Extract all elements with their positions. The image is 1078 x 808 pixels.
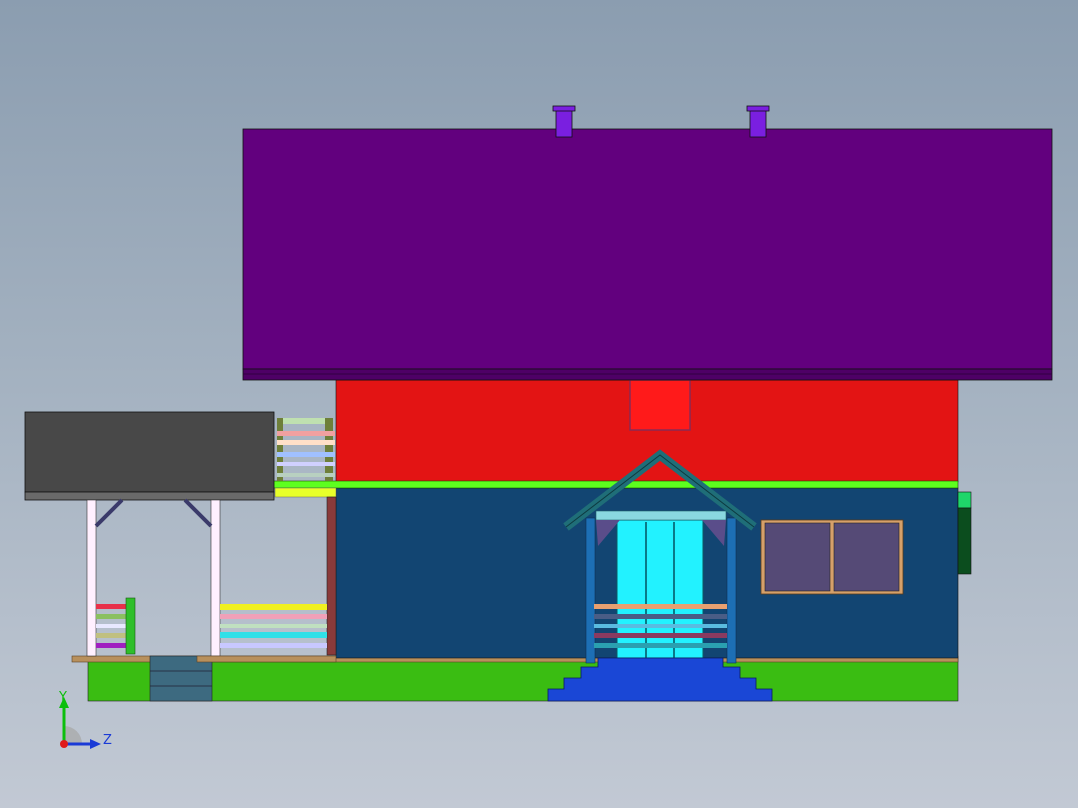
cellar-stair	[149, 655, 213, 702]
chimney-left	[552, 105, 576, 138]
z-axis-label: Z	[103, 733, 112, 748]
z-axis-arrow	[90, 739, 101, 749]
pavilion	[24, 411, 337, 663]
chimney-right	[746, 105, 770, 138]
gable-window	[629, 379, 691, 431]
veranda-post-wall	[326, 496, 337, 656]
roof-eave	[242, 368, 1053, 381]
x-axis-origin	[60, 740, 68, 748]
main-roof	[242, 128, 1053, 370]
y-axis-label: Y	[58, 690, 67, 705]
model-viewport[interactable]	[0, 0, 1078, 808]
house-model	[24, 105, 1053, 702]
side-box	[957, 491, 972, 575]
side-window	[760, 519, 904, 595]
axis-triad: Y Z	[58, 690, 112, 749]
ground-slab	[87, 657, 959, 702]
